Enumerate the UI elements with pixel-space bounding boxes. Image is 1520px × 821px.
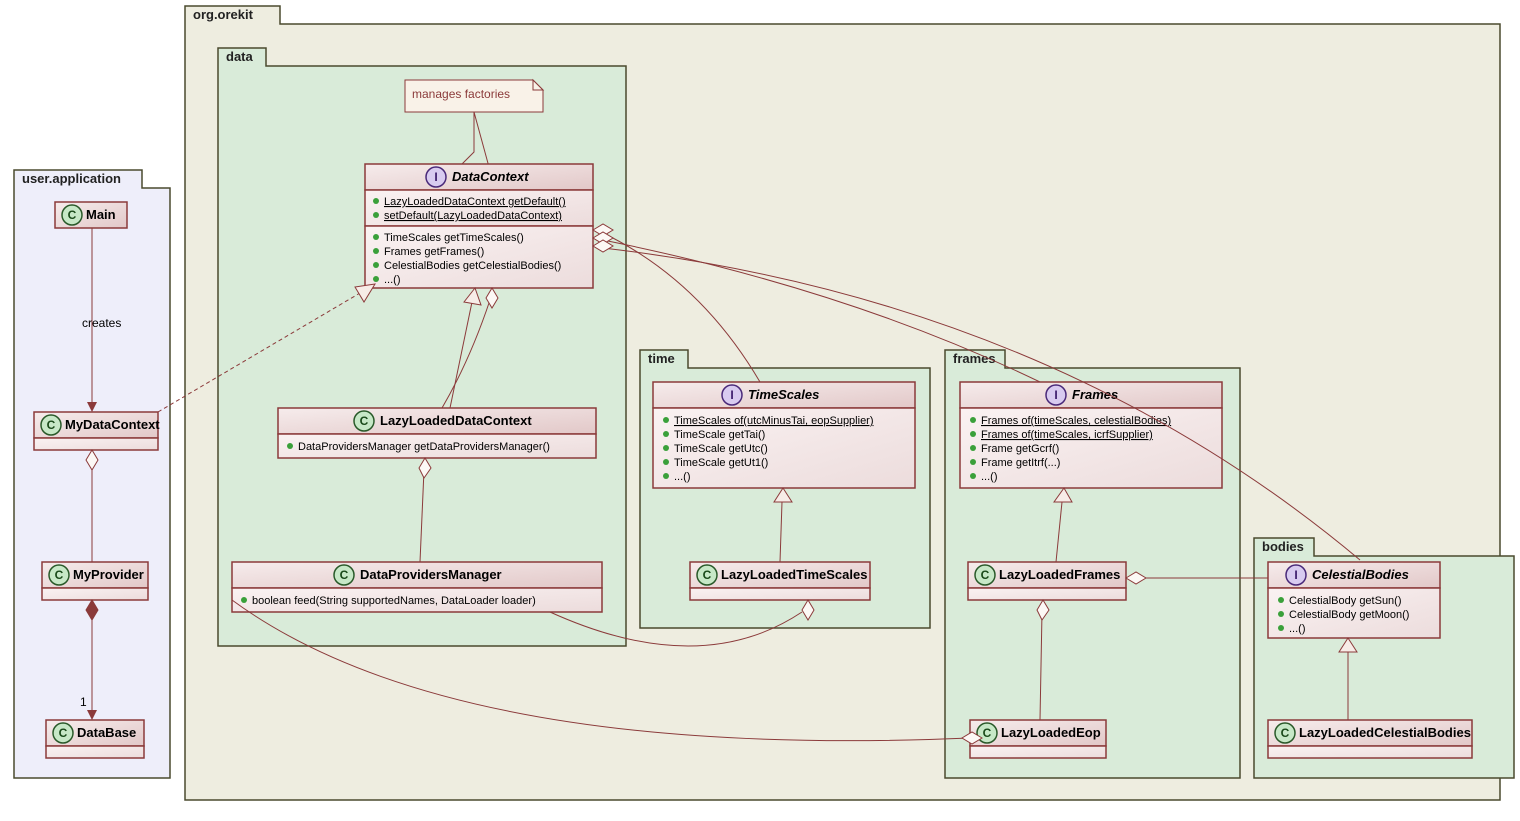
svg-text:LazyLoadedCelestialBodies: LazyLoadedCelestialBodies [1299, 725, 1471, 740]
svg-text:TimeScales getTimeScales(): TimeScales getTimeScales() [384, 232, 524, 244]
class-database: C DataBase [46, 720, 144, 758]
svg-text:DataProvidersManager: DataProvidersManager [360, 567, 502, 582]
svg-text:CelestialBodies: CelestialBodies [1312, 567, 1409, 582]
svg-text:I: I [434, 170, 437, 184]
package-orekit-label: org.orekit [193, 7, 254, 22]
class-myprovider: C MyProvider [42, 562, 148, 600]
interface-timescales: I TimeScales TimeScales of(utcMinusTai, … [653, 382, 915, 488]
svg-text:C: C [703, 568, 712, 582]
svg-text:MyDataContext: MyDataContext [65, 417, 160, 432]
svg-text:C: C [340, 568, 349, 582]
svg-text:Frames: Frames [1072, 387, 1118, 402]
svg-text:DataProvidersManager getDataPr: DataProvidersManager getDataProvidersMan… [298, 441, 550, 453]
svg-text:TimeScales of(utcMinusTai, eop: TimeScales of(utcMinusTai, eopSupplier) [674, 415, 874, 427]
interface-celestialbodies: I CelestialBodies CelestialBody getSun()… [1268, 562, 1440, 638]
svg-text:C: C [47, 418, 56, 432]
svg-text:...(): ...() [384, 274, 401, 286]
svg-text:C: C [1281, 726, 1290, 740]
package-data: data [218, 48, 626, 646]
svg-text:Main: Main [86, 207, 116, 222]
svg-text:I: I [1054, 388, 1057, 402]
package-user-label: user.application [22, 171, 121, 186]
class-lazyloadedeop: C LazyLoadedEop [970, 720, 1106, 758]
svg-text:DataBase: DataBase [77, 725, 136, 740]
svg-text:C: C [55, 568, 64, 582]
svg-text:CelestialBody getMoon(): CelestialBody getMoon() [1289, 609, 1409, 621]
svg-text:...(): ...() [674, 471, 691, 483]
svg-text:C: C [68, 208, 77, 222]
svg-text:LazyLoadedFrames: LazyLoadedFrames [999, 567, 1120, 582]
svg-text:Frames of(timeScales, icrfSupp: Frames of(timeScales, icrfSupplier) [981, 429, 1153, 441]
svg-text:Frame getGcrf(): Frame getGcrf() [981, 443, 1059, 455]
svg-text:CelestialBody getSun(): CelestialBody getSun() [1289, 595, 1402, 607]
svg-text:LazyLoadedDataContext: LazyLoadedDataContext [380, 413, 532, 428]
svg-text:DataContext: DataContext [452, 169, 529, 184]
class-lazyloadeddatacontext: C LazyLoadedDataContext DataProvidersMan… [278, 408, 596, 458]
svg-text:Frames getFrames(): Frames getFrames() [384, 246, 484, 258]
package-time-label: time [648, 351, 675, 366]
svg-text:C: C [360, 414, 369, 428]
package-bodies-label: bodies [1262, 539, 1304, 554]
svg-text:...(): ...() [981, 471, 998, 483]
svg-text:TimeScale getUtc(): TimeScale getUtc() [674, 443, 768, 455]
svg-text:CelestialBodies getCelestialBo: CelestialBodies getCelestialBodies() [384, 260, 561, 272]
svg-text:TimeScale getTai(): TimeScale getTai() [674, 429, 765, 441]
edge-label-creates: creates [82, 316, 121, 330]
svg-text:TimeScales: TimeScales [748, 387, 819, 402]
svg-text:C: C [983, 726, 992, 740]
svg-text:setDefault(LazyLoadedDataConte: setDefault(LazyLoadedDataContext) [384, 210, 562, 222]
interface-datacontext: I DataContext LazyLoadedDataContext getD… [365, 164, 593, 288]
svg-text:MyProvider: MyProvider [73, 567, 144, 582]
svg-text:...(): ...() [1289, 623, 1306, 635]
svg-text:I: I [1294, 568, 1297, 582]
svg-text:I: I [730, 388, 733, 402]
class-lazyloadedtimescales: C LazyLoadedTimeScales [690, 562, 870, 600]
class-lazyloadedcelestialbodies: C LazyLoadedCelestialBodies [1268, 720, 1472, 758]
svg-text:LazyLoadedTimeScales: LazyLoadedTimeScales [721, 567, 867, 582]
class-dataprovidersmanager: C DataProvidersManager boolean feed(Stri… [232, 562, 602, 612]
svg-text:boolean feed(String supportedN: boolean feed(String supportedNames, Data… [252, 595, 536, 607]
class-mydatacontext: C MyDataContext [34, 412, 160, 450]
svg-text:LazyLoadedEop: LazyLoadedEop [1001, 725, 1101, 740]
edge-label-one: 1 [80, 695, 87, 709]
svg-text:manages factories: manages factories [412, 87, 510, 101]
package-data-label: data [226, 49, 254, 64]
svg-text:TimeScale getUt1(): TimeScale getUt1() [674, 457, 768, 469]
svg-text:C: C [59, 726, 68, 740]
svg-text:Frames of(timeScales, celestia: Frames of(timeScales, celestialBodies) [981, 415, 1171, 427]
svg-text:Frame getItrf(...): Frame getItrf(...) [981, 457, 1060, 469]
svg-text:C: C [981, 568, 990, 582]
svg-text:LazyLoadedDataContext getDefau: LazyLoadedDataContext getDefault() [384, 196, 566, 208]
class-main: C Main [55, 202, 127, 228]
class-lazyloadedframes: C LazyLoadedFrames [968, 562, 1126, 600]
